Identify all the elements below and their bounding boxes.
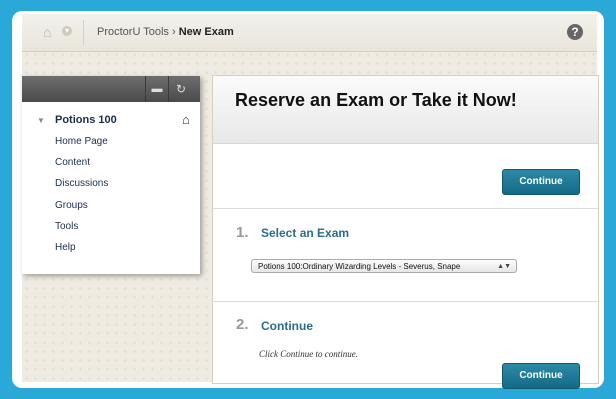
breadcrumb-root[interactable]: ProctorU Tools bbox=[97, 26, 169, 38]
exam-select-value: Potions 100:Ordinary Wizarding Levels - … bbox=[258, 262, 461, 271]
refresh-icon[interactable]: ↻ bbox=[170, 76, 192, 102]
exam-select[interactable]: Potions 100:Ordinary Wizarding Levels - … bbox=[251, 259, 517, 273]
page-title: Reserve an Exam or Take it Now! bbox=[235, 90, 517, 110]
step-2-title: Continue bbox=[261, 319, 313, 333]
breadcrumb-separator: › bbox=[172, 26, 176, 38]
select-arrows-icon: ▲▼ bbox=[497, 263, 511, 270]
section-divider bbox=[213, 208, 598, 209]
course-menu-item-home-page[interactable]: Home Page bbox=[55, 136, 108, 157]
step-2-number: 2. bbox=[236, 316, 249, 333]
course-menu-list: Home Page Content Discussions Groups Too… bbox=[55, 136, 108, 263]
section-divider bbox=[213, 301, 598, 302]
breadcrumb-current: New Exam bbox=[178, 26, 234, 38]
step-1-number: 1. bbox=[236, 224, 249, 241]
collapse-triangle-icon[interactable]: ▼ bbox=[37, 116, 45, 125]
content-panel: Reserve an Exam or Take it Now! Continue… bbox=[212, 75, 599, 389]
breadcrumb-bar: ⌂ ▾ ProctorU Tools › New Exam ? bbox=[22, 14, 597, 52]
step-1-title: Select an Exam bbox=[261, 226, 350, 240]
step-2-hint: Click Continue to continue. bbox=[259, 349, 358, 359]
continue-button[interactable]: Continue bbox=[502, 363, 580, 389]
chevron-down-icon[interactable]: ▾ bbox=[62, 26, 72, 36]
course-menu-item-discussions[interactable]: Discussions bbox=[55, 178, 108, 199]
course-menu-toolbar: ▬ ↻ bbox=[22, 76, 200, 102]
course-home-icon[interactable]: ⌂ bbox=[182, 112, 190, 127]
help-icon[interactable]: ? bbox=[567, 24, 583, 40]
content-header: Reserve an Exam or Take it Now! bbox=[213, 76, 598, 144]
folder-icon[interactable]: ▬ bbox=[145, 76, 169, 102]
course-menu-item-groups[interactable]: Groups bbox=[55, 200, 108, 221]
course-menu-item-help[interactable]: Help bbox=[55, 242, 108, 263]
continue-button-top[interactable]: Continue bbox=[502, 169, 580, 195]
course-menu-item-content[interactable]: Content bbox=[55, 157, 108, 178]
course-menu: ▬ ↻ ▼ Potions 100 ⌂ Home Page Content Di… bbox=[22, 76, 200, 274]
course-title[interactable]: Potions 100 bbox=[55, 114, 117, 126]
page: ⌂ ▾ ProctorU Tools › New Exam ? ▬ ↻ ▼ Po… bbox=[22, 14, 599, 389]
breadcrumb-divider bbox=[83, 20, 84, 45]
home-icon[interactable]: ⌂ bbox=[43, 25, 51, 39]
course-menu-item-tools[interactable]: Tools bbox=[55, 221, 108, 242]
course-title-row[interactable]: ▼ Potions 100 ⌂ bbox=[22, 112, 200, 130]
breadcrumb: ProctorU Tools › New Exam bbox=[97, 26, 234, 38]
